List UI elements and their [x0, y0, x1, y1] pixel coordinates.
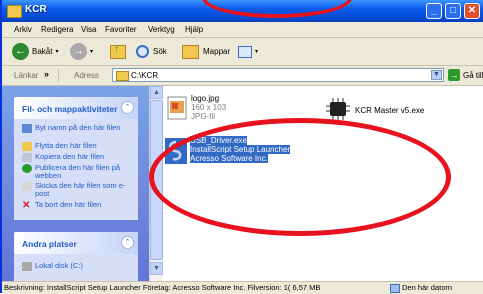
search-button[interactable]: Sök — [136, 42, 167, 61]
file-tasks-title: Fil- och mappaktiviteter — [22, 104, 118, 114]
collapse-icon[interactable]: ⌃ — [121, 236, 134, 249]
file-description: InstallScript Setup Launcher — [190, 145, 291, 154]
window-title: KCR — [25, 4, 47, 15]
file-dimensions: 160 x 103 — [191, 103, 227, 112]
task-label: Flytta den här filen — [35, 141, 97, 150]
address-input[interactable]: C:\KCR ▼ — [112, 68, 444, 82]
computer-icon — [390, 284, 400, 293]
divider — [58, 69, 59, 82]
menu-arkiv[interactable]: Arkiv — [14, 25, 32, 34]
task-label: Ta bort den här filen — [35, 200, 102, 209]
back-button[interactable]: ← Bakåt ▾ — [12, 42, 58, 61]
folders-button[interactable]: Mappar — [182, 42, 230, 61]
task-label: Skicka den här filen som e-post — [35, 181, 126, 198]
status-description: Beskrivning: InstallScript Setup Launche… — [4, 283, 321, 292]
collapse-icon[interactable]: ⌃ — [121, 101, 134, 114]
copy-icon — [22, 153, 32, 162]
menu-visa[interactable]: Visa — [81, 25, 96, 34]
address-label: Adress — [74, 71, 99, 80]
search-label: Sök — [153, 47, 167, 56]
other-places-panel: Andra platser ⌃ Lokal disk (C:) — [14, 232, 138, 281]
status-location: Den här datorn — [402, 283, 453, 292]
views-icon — [238, 45, 252, 58]
file-name: logo.jpg — [191, 94, 220, 103]
file-tasks-header[interactable]: Fil- och mappaktiviteter ⌃ — [14, 97, 138, 119]
task-label: Byt namn på den här filen — [35, 123, 121, 132]
file-tasks-panel: Fil- och mappaktiviteter ⌃ Byt namn på d… — [14, 97, 138, 220]
status-bar: Beskrivning: InstallScript Setup Launche… — [2, 281, 483, 294]
menu-bar: Arkiv Redigera Visa Favoriter Verktyg Hj… — [2, 22, 483, 59]
title-bar[interactable]: KCR _ □ ✕ — [2, 0, 483, 22]
file-view: logo.jpg 160 x 103 JPG-fil KCR Master v5… — [163, 86, 483, 281]
task-label: Publicera den här filen på webben — [35, 163, 121, 180]
go-button[interactable]: Gå till — [463, 71, 483, 80]
go-arrow-icon[interactable]: → — [448, 69, 460, 81]
task-label: Kopiera den här filen — [35, 152, 105, 161]
file-kcr-master[interactable]: KCR Master v5.exe — [325, 96, 465, 126]
file-name: KCR Master v5.exe — [355, 106, 425, 115]
other-places-header[interactable]: Andra platser ⌃ — [14, 232, 138, 254]
disk-icon — [22, 262, 32, 271]
folders-label: Mappar — [203, 47, 231, 56]
email-icon — [22, 182, 32, 191]
back-label: Bakåt — [32, 47, 53, 56]
globe-icon — [22, 164, 32, 173]
installer-icon — [165, 138, 187, 164]
file-name: USB_Driver.exe — [190, 136, 247, 145]
dropdown-icon: ▾ — [90, 49, 94, 55]
image-file-icon — [167, 96, 187, 120]
address-path: C:\KCR — [131, 71, 159, 80]
links-label[interactable]: Länkar — [14, 71, 38, 80]
move-icon — [22, 142, 32, 151]
menu-verktyg[interactable]: Verktyg — [148, 25, 175, 34]
search-icon — [136, 45, 149, 58]
views-button[interactable]: ▾ — [238, 42, 258, 61]
delete-icon: ✕ — [22, 200, 31, 211]
forward-button[interactable]: → ▾ — [70, 42, 93, 61]
close-button[interactable]: ✕ — [464, 3, 480, 19]
scroll-down-icon[interactable]: ▼ — [150, 262, 163, 275]
explorer-window: KCR _ □ ✕ Arkiv Redigera Visa Favoriter … — [0, 0, 483, 294]
place-label: Lokal disk (C:) — [35, 261, 83, 270]
rename-icon — [22, 124, 32, 133]
folders-icon — [182, 44, 199, 59]
folder-icon — [7, 5, 22, 18]
menu-redigera[interactable]: Redigera — [41, 25, 73, 34]
other-places-title: Andra platser — [22, 239, 77, 249]
address-bar: Länkar » Adress C:\KCR ▼ → Gå till — [2, 66, 483, 86]
menu-hjalp[interactable]: Hjälp — [185, 25, 203, 34]
minimize-button[interactable]: _ — [426, 3, 442, 19]
forward-arrow-icon: → — [70, 43, 87, 60]
file-company: Acresso Software Inc. — [190, 154, 268, 163]
menu-favoriter[interactable]: Favoriter — [105, 25, 137, 34]
chip-icon — [326, 98, 350, 120]
maximize-button[interactable]: □ — [445, 3, 461, 19]
task-pane-scrollbar[interactable]: ▲ ▼ — [149, 86, 163, 281]
dropdown-icon: ▾ — [255, 49, 259, 55]
up-folder-icon: ↑ — [110, 44, 126, 59]
file-usb-driver[interactable]: USB_Driver.exe InstallScript Setup Launc… — [165, 136, 325, 172]
toolbar: ← Bakåt ▾ → ▾ ↑ Sök Mappar ▾ — [2, 38, 483, 66]
chevron-right-icon[interactable]: » — [44, 69, 49, 79]
chevron-down-icon[interactable]: ▼ — [431, 70, 442, 80]
dropdown-icon: ▾ — [55, 49, 59, 55]
file-type: JPG-fil — [191, 112, 215, 121]
back-arrow-icon: ← — [12, 43, 29, 60]
task-pane: Fil- och mappaktiviteter ⌃ Byt namn på d… — [2, 86, 149, 281]
scroll-thumb[interactable] — [150, 100, 163, 260]
up-folder-button[interactable]: ↑ — [110, 42, 126, 61]
scroll-up-icon[interactable]: ▲ — [150, 86, 163, 99]
file-logo[interactable]: logo.jpg 160 x 103 JPG-fil — [167, 94, 327, 134]
folder-icon — [116, 71, 129, 81]
